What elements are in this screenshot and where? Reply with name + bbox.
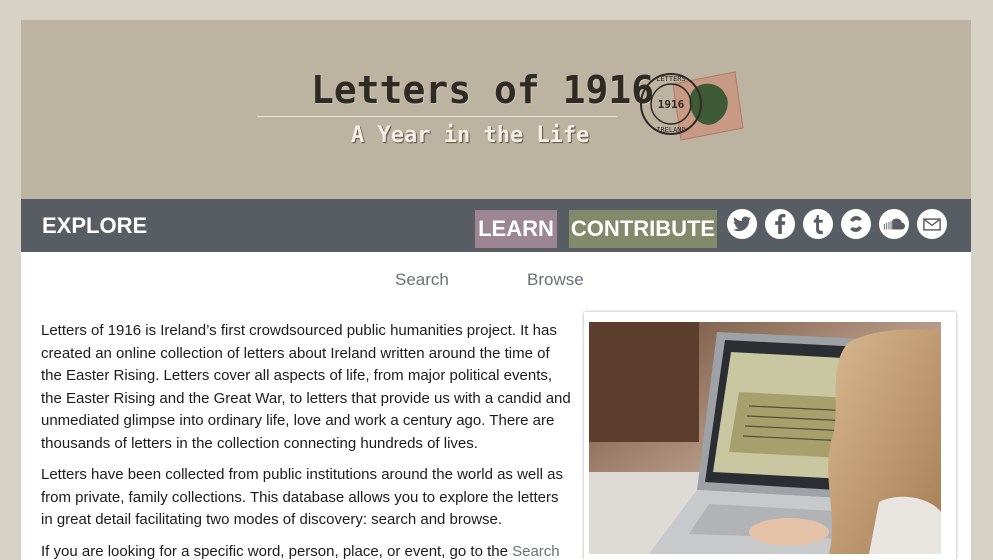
page: Letters of 1916 A Year in the Life 1916 … <box>21 20 971 560</box>
intro-paragraph-2: Letters have been collected from public … <box>41 466 563 528</box>
stamp-text-bottom: IRELAND <box>656 126 686 134</box>
site-title[interactable]: Letters of 1916 <box>311 68 654 112</box>
main-navigation: EXPLORE LEARN CONTRIBUTE <box>21 199 971 252</box>
logo-divider <box>257 116 617 117</box>
stamp-text-top: LETTERS <box>656 75 686 83</box>
stamp-year: 1916 <box>658 98 685 111</box>
intro-paragraph-1: Letters of 1916 is Ireland’s first crowd… <box>41 322 571 452</box>
site-subtitle: A Year in the Life <box>351 123 590 148</box>
photo-frame <box>584 312 956 560</box>
contribute-button[interactable]: CONTRIBUTE <box>569 210 717 248</box>
tab-browse[interactable]: Browse <box>527 270 584 290</box>
intro-text: Letters of 1916 is Ireland’s first crowd… <box>41 320 571 560</box>
explore-heading[interactable]: EXPLORE <box>42 213 147 239</box>
soundcloud-icon[interactable] <box>879 209 909 239</box>
laptop-photo <box>589 322 941 554</box>
learn-button[interactable]: LEARN <box>475 210 557 248</box>
facebook-icon[interactable] <box>765 209 795 239</box>
postage-stamp-logo: 1916 LETTERS IRELAND <box>640 71 744 141</box>
tumblr-icon[interactable] <box>803 209 833 239</box>
twitter-icon[interactable] <box>727 209 757 239</box>
site-banner: Letters of 1916 A Year in the Life 1916 … <box>21 20 971 199</box>
tab-search[interactable]: Search <box>395 270 449 290</box>
intro-paragraph-3-text: If you are looking for a specific word, … <box>41 542 513 560</box>
website-icon[interactable] <box>841 209 871 239</box>
email-icon[interactable] <box>917 209 947 239</box>
search-link[interactable]: Search <box>512 543 560 560</box>
intro-paragraph-3: If you are looking for a specific word, … <box>41 541 571 560</box>
